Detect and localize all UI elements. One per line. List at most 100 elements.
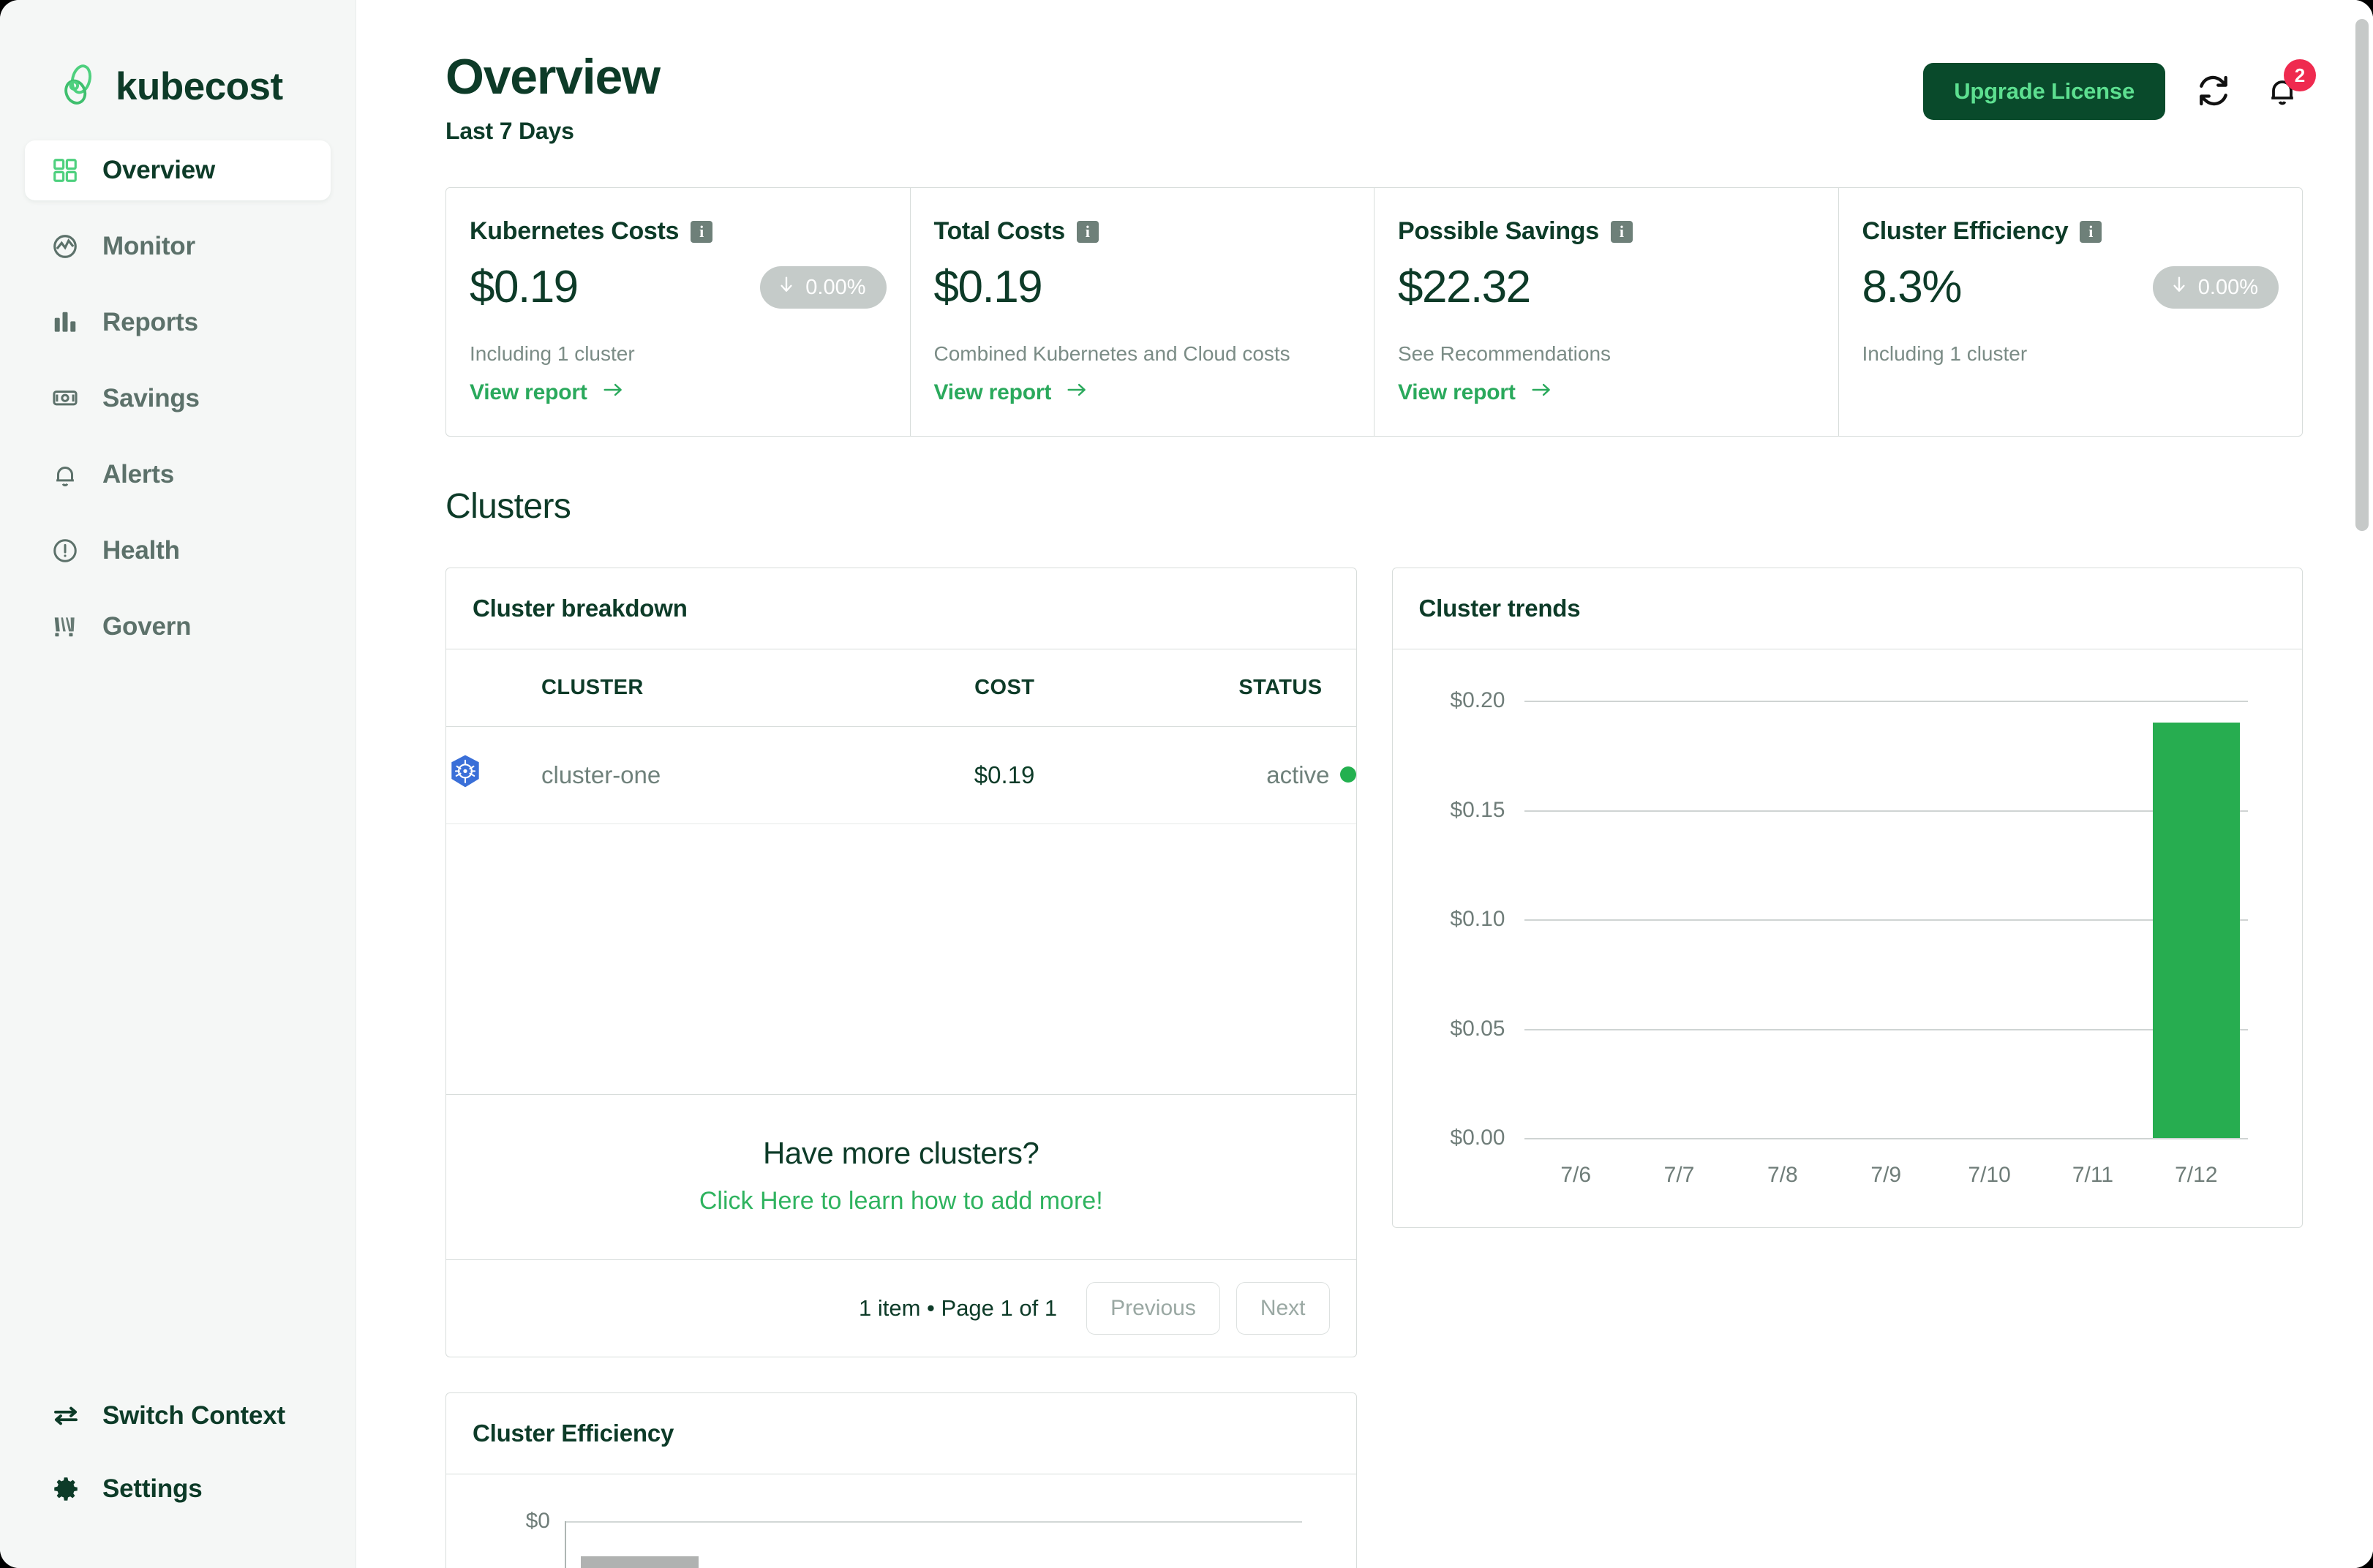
brand-name: kubecost (116, 64, 283, 108)
sidebar-item-label: Monitor (102, 232, 195, 260)
x-axis-tick-label: 7/7 (1663, 1163, 1695, 1188)
arrow-down-icon (776, 274, 797, 301)
kpi-card-cluster-efficiency: Cluster Efficiency i 8.3% 0.00% Includin… (1839, 188, 2303, 436)
settings-button[interactable]: Settings (50, 1452, 306, 1526)
grid-icon (50, 155, 80, 186)
kpi-value: $22.32 (1398, 262, 1531, 313)
x-axis-tick-label: 7/10 (1968, 1163, 2011, 1188)
kubernetes-icon (446, 726, 541, 825)
sidebar-item-overview[interactable]: Overview (25, 140, 331, 200)
x-axis-tick-label: 7/11 (2072, 1163, 2114, 1188)
previous-page-button[interactable]: Previous (1086, 1282, 1220, 1335)
panel-title: Cluster breakdown (473, 595, 688, 622)
cluster-trends-chart: $0.00 $0.05 $0.10 $0.15 $0.20 7/6 7/7 7/8 7/9 7/1… (1393, 649, 2303, 1227)
kpi-title: Total Costs (933, 217, 1066, 246)
sidebar-item-govern[interactable]: Govern (25, 597, 331, 657)
y-axis-tick-label: $0.20 (1450, 688, 1505, 713)
gear-icon (50, 1473, 82, 1505)
switch-context-button[interactable]: Switch Context (50, 1379, 306, 1452)
money-icon (50, 383, 80, 414)
y-axis-tick-label: $0.15 (1450, 797, 1505, 822)
grid-line (1524, 919, 2248, 921)
x-axis-tick-label: 7/12 (2175, 1163, 2218, 1188)
chart-plot-area: $0$0 (526, 1509, 1302, 1568)
table-row[interactable]: cluster-one $0.19 active (446, 726, 1356, 825)
bell-icon (50, 459, 80, 490)
notification-badge: 2 (2284, 59, 2316, 91)
cluster-efficiency-panel: Cluster Efficiency $0$0 (445, 1392, 1357, 1568)
kpi-delta-value: 0.00% (805, 275, 866, 299)
clusters-heading: Clusters (445, 487, 571, 527)
sidebar-item-reports[interactable]: Reports (25, 293, 331, 353)
pagination: 1 item • Page 1 of 1 Previous Next (446, 1260, 1356, 1357)
bottom-panels: Cluster Efficiency $0$0 (445, 1392, 2303, 1568)
info-icon[interactable]: i (2080, 220, 2102, 243)
swap-arrows-icon (50, 1400, 82, 1432)
status-dot (1339, 766, 1356, 783)
sidebar-item-alerts[interactable]: Alerts (25, 445, 331, 505)
sidebar-nav: Overview Monitor Reports Savings Alerts … (0, 140, 356, 657)
brand-logo: kubecost (0, 0, 356, 110)
x-axis-tick-label: 7/9 (1870, 1163, 1902, 1188)
y-axis-tick-label: $0.05 (1450, 1016, 1505, 1041)
sidebar-item-health[interactable]: Health (25, 521, 331, 581)
panel-header: Cluster breakdown (446, 568, 1356, 650)
sidebar-item-monitor[interactable]: Monitor (25, 216, 331, 276)
panel-header: Cluster trends (1392, 568, 2302, 650)
view-report-label: View report (470, 380, 587, 405)
scrollbar[interactable] (2351, 0, 2373, 1568)
y-axis-tick-label: $0.10 (1450, 907, 1505, 932)
view-report-link[interactable]: View report (934, 379, 1351, 407)
scrollbar-thumb[interactable] (2355, 19, 2369, 531)
grid-line (1524, 701, 2248, 703)
view-report-link[interactable]: View report (1398, 379, 1815, 407)
sidebar-item-savings[interactable]: Savings (25, 369, 331, 429)
app-window: kubecost Overview Monitor Reports Saving… (0, 0, 2373, 1568)
chart-plot-area: $0.00 $0.05 $0.10 $0.15 $0.20 7/6 7/7 7/8 7/9 7/1… (1450, 688, 2248, 1187)
next-page-button[interactable]: Next (1236, 1282, 1330, 1335)
status-label: active (1266, 761, 1330, 789)
sidebar-item-label: Alerts (102, 460, 175, 489)
kpi-value: 8.3% (1862, 262, 1963, 313)
more-clusters-block: Have more clusters? Click Here to learn … (446, 1095, 1356, 1261)
kpi-value: $0.19 (933, 262, 1043, 313)
switch-context-label: Switch Context (102, 1401, 285, 1430)
page-title-block: Overview Last 7 Days (445, 50, 661, 145)
panel-header: Cluster Efficiency (446, 1393, 1356, 1475)
cluster-table: CLUSTER COST STATUS cluster-one $0.19 ac… (446, 649, 1356, 825)
refresh-button[interactable] (2193, 71, 2234, 112)
table-header-icon (446, 649, 541, 728)
upgrade-license-button[interactable]: Upgrade License (1923, 63, 2165, 120)
sidebar-item-label: Govern (102, 612, 192, 641)
info-icon[interactable]: i (1610, 220, 1633, 243)
panel-title: Cluster Efficiency (473, 1420, 674, 1447)
add-clusters-link[interactable]: Click Here to learn how to add more! (446, 1187, 1356, 1215)
table-header-status[interactable]: STATUS (1034, 649, 1356, 728)
more-clusters-title: Have more clusters? (762, 1136, 1039, 1171)
y-axis-tick-label: $0 (525, 1509, 550, 1534)
notifications-button[interactable]: 2 (2262, 59, 2316, 112)
kubecost-logo-icon (57, 64, 102, 109)
chart-bar[interactable] (581, 1556, 699, 1568)
table-header-cluster[interactable]: CLUSTER (541, 649, 869, 728)
panel-title: Cluster trends (1418, 595, 1581, 622)
grid-line (1524, 1138, 2248, 1140)
cluster-breakdown-panel: Cluster breakdown CLUSTER COST STATUS cl… (445, 568, 1357, 1358)
refresh-icon (2195, 72, 2232, 111)
grid-line (1524, 810, 2248, 812)
clusters-panels: Cluster breakdown CLUSTER COST STATUS cl… (445, 568, 2303, 1358)
sidebar-item-label: Overview (102, 156, 216, 184)
kpi-value: $0.19 (470, 262, 579, 313)
arrow-right-icon (601, 379, 625, 407)
view-report-link[interactable]: View report (470, 379, 887, 407)
grid-line (566, 1521, 1302, 1523)
info-icon[interactable]: i (1076, 220, 1099, 243)
info-icon[interactable]: i (691, 220, 713, 243)
main-content: Overview Last 7 Days Upgrade License 2 K… (356, 0, 2373, 1568)
table-header-cost[interactable]: COST (868, 649, 1035, 728)
kpi-title: Possible Savings (1398, 217, 1599, 246)
chart-bar[interactable] (2152, 723, 2240, 1139)
cluster-efficiency-chart: $0$0 (446, 1474, 1356, 1568)
y-axis-tick-label: $0.00 (1450, 1126, 1505, 1150)
view-report-label: View report (1398, 380, 1516, 405)
